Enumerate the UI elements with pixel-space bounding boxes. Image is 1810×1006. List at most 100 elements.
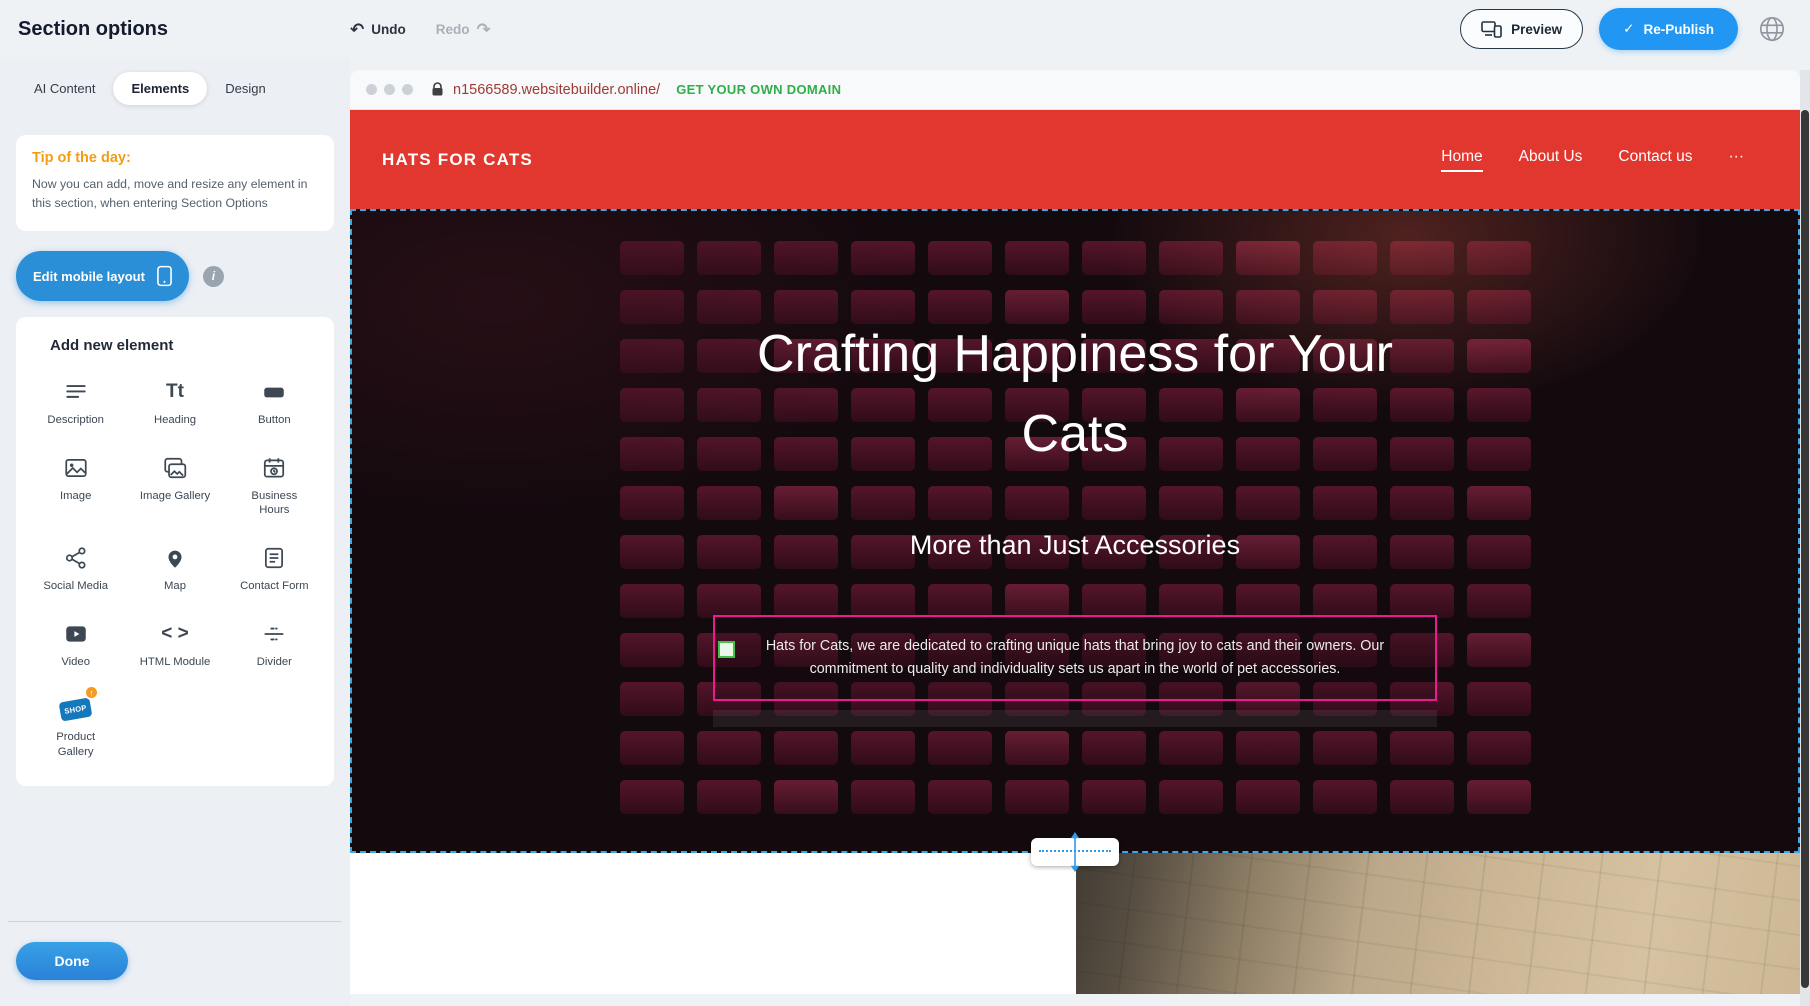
- element-item-map[interactable]: Map: [125, 544, 224, 594]
- edit-mobile-label: Edit mobile layout: [33, 269, 145, 284]
- resize-arrows-icon: [1068, 832, 1082, 877]
- nav-item-contact[interactable]: Contact us: [1618, 148, 1692, 172]
- element-label: Image: [60, 489, 91, 504]
- get-domain-link[interactable]: GET YOUR OWN DOMAIN: [676, 82, 841, 97]
- element-item-image-gallery[interactable]: Image Gallery: [125, 454, 224, 518]
- element-label: Video: [61, 655, 90, 670]
- element-item-video[interactable]: Video: [26, 620, 125, 670]
- image-gallery-icon: [162, 454, 188, 482]
- edit-mobile-layout-button[interactable]: Edit mobile layout: [16, 251, 189, 301]
- resize-handle-green[interactable]: [718, 641, 735, 658]
- hero-content: Crafting Happiness for Your Cats More th…: [352, 211, 1798, 851]
- site-logo[interactable]: HATS FOR CATS: [382, 150, 533, 170]
- element-item-heading[interactable]: Tt Heading: [125, 378, 224, 428]
- site-url[interactable]: n1566589.websitebuilder.online/: [453, 82, 660, 98]
- site-header[interactable]: HATS FOR CATS Home About Us Contact us ·…: [350, 110, 1800, 209]
- tab-design[interactable]: Design: [207, 72, 283, 105]
- element-label: Business Hours: [238, 489, 310, 518]
- element-label: Divider: [257, 655, 292, 670]
- hero-title[interactable]: Crafting Happiness for Your Cats: [735, 315, 1415, 474]
- add-element-title: Add new element: [26, 337, 324, 354]
- element-item-social-media[interactable]: Social Media: [26, 544, 125, 594]
- sidebar-tabs: AI Content Elements Design: [16, 72, 334, 105]
- redo-icon: ↷: [477, 21, 491, 38]
- scrollbar-thumb[interactable]: [1801, 110, 1809, 988]
- history-controls: ↶ Undo Redo ↷: [350, 21, 491, 38]
- hero-section[interactable]: Crafting Happiness for Your Cats More th…: [350, 209, 1800, 853]
- topbar-actions: Preview ✓ Re-Publish: [1460, 8, 1790, 50]
- upgrade-badge-icon: ↑: [84, 685, 99, 700]
- element-item-html-module[interactable]: < > HTML Module: [125, 620, 224, 670]
- element-item-button[interactable]: Button: [225, 378, 324, 428]
- tip-title: Tip of the day:: [32, 150, 318, 166]
- window-dot: [366, 84, 377, 95]
- page-title: Section options: [18, 18, 350, 41]
- element-label: Button: [258, 413, 291, 428]
- window-dot: [402, 84, 413, 95]
- nav-item-about[interactable]: About Us: [1519, 148, 1583, 172]
- element-label: Heading: [154, 413, 196, 428]
- site-nav: Home About Us Contact us ···: [1441, 148, 1744, 172]
- sidebar: AI Content Elements Design Tip of the da…: [0, 58, 350, 1006]
- element-item-image[interactable]: Image: [26, 454, 125, 518]
- tab-ai-content[interactable]: AI Content: [16, 72, 113, 105]
- element-item-description[interactable]: Description: [26, 378, 125, 428]
- editor-canvas: n1566589.websitebuilder.online/ GET YOUR…: [350, 58, 1810, 1006]
- element-label: Social Media: [43, 579, 108, 594]
- window-dots: [366, 84, 413, 95]
- undo-button[interactable]: ↶ Undo: [350, 21, 406, 38]
- element-label: Product Gallery: [40, 730, 112, 759]
- divider-icon: [261, 620, 287, 648]
- contact-form-icon: [261, 544, 287, 572]
- video-icon: [63, 620, 89, 648]
- window-dot: [384, 84, 395, 95]
- tip-card: Tip of the day: Now you can add, move an…: [16, 135, 334, 231]
- business-hours-icon: [261, 454, 287, 482]
- map-icon: [162, 544, 188, 572]
- element-label: Map: [164, 579, 186, 594]
- republish-button[interactable]: ✓ Re-Publish: [1599, 8, 1738, 50]
- devices-icon: [1481, 21, 1502, 38]
- site-preview: HATS FOR CATS Home About Us Contact us ·…: [350, 110, 1800, 994]
- check-icon: ✓: [1623, 21, 1634, 37]
- redo-button[interactable]: Redo ↷: [436, 21, 491, 38]
- browser-bar: n1566589.websitebuilder.online/ GET YOUR…: [350, 70, 1800, 110]
- shop-tag: SHOP: [59, 697, 93, 721]
- description-icon: [63, 378, 89, 406]
- add-element-panel: Add new element Description Tt Heading: [16, 317, 334, 786]
- element-item-contact-form[interactable]: Contact Form: [225, 544, 324, 594]
- nav-more-icon[interactable]: ···: [1729, 148, 1745, 172]
- tip-body: Now you can add, move and resize any ele…: [32, 175, 318, 213]
- element-item-product-gallery[interactable]: SHOP ↑ Product Gallery: [26, 695, 125, 759]
- section-resize-handle[interactable]: [1031, 838, 1119, 866]
- mobile-layout-row: Edit mobile layout i: [16, 251, 334, 301]
- element-item-divider[interactable]: Divider: [225, 620, 324, 670]
- redo-label: Redo: [436, 22, 470, 37]
- element-label: Image Gallery: [140, 489, 210, 504]
- info-icon[interactable]: i: [203, 266, 224, 287]
- preview-label: Preview: [1511, 22, 1562, 37]
- element-label: Contact Form: [240, 579, 308, 594]
- scrollbar-track[interactable]: [1800, 70, 1810, 1006]
- element-ghost-bar: [713, 710, 1437, 727]
- preview-button[interactable]: Preview: [1460, 9, 1583, 49]
- element-grid: Description Tt Heading Button Ima: [26, 378, 324, 760]
- nav-item-home[interactable]: Home: [1441, 148, 1482, 172]
- undo-icon: ↶: [350, 21, 364, 38]
- topbar: Section options ↶ Undo Redo ↷ P: [0, 0, 1810, 58]
- lock-icon: [431, 82, 444, 97]
- app: Section options ↶ Undo Redo ↷ P: [0, 0, 1810, 1006]
- tab-elements[interactable]: Elements: [113, 72, 207, 105]
- button-icon: [261, 378, 287, 406]
- selected-text-element[interactable]: Hats for Cats, we are dedicated to craft…: [713, 615, 1437, 701]
- element-label: HTML Module: [140, 655, 211, 670]
- image-icon: [63, 454, 89, 482]
- pavement-photo: [1076, 853, 1800, 994]
- element-item-business-hours[interactable]: Business Hours: [225, 454, 324, 518]
- heading-icon: Tt: [166, 378, 184, 406]
- element-label: Description: [47, 413, 104, 428]
- hero-subtitle[interactable]: More than Just Accessories: [910, 530, 1240, 561]
- language-globe-button[interactable]: [1754, 11, 1790, 47]
- hero-paragraph: Hats for Cats, we are dedicated to craft…: [727, 635, 1423, 681]
- done-button[interactable]: Done: [16, 942, 128, 980]
